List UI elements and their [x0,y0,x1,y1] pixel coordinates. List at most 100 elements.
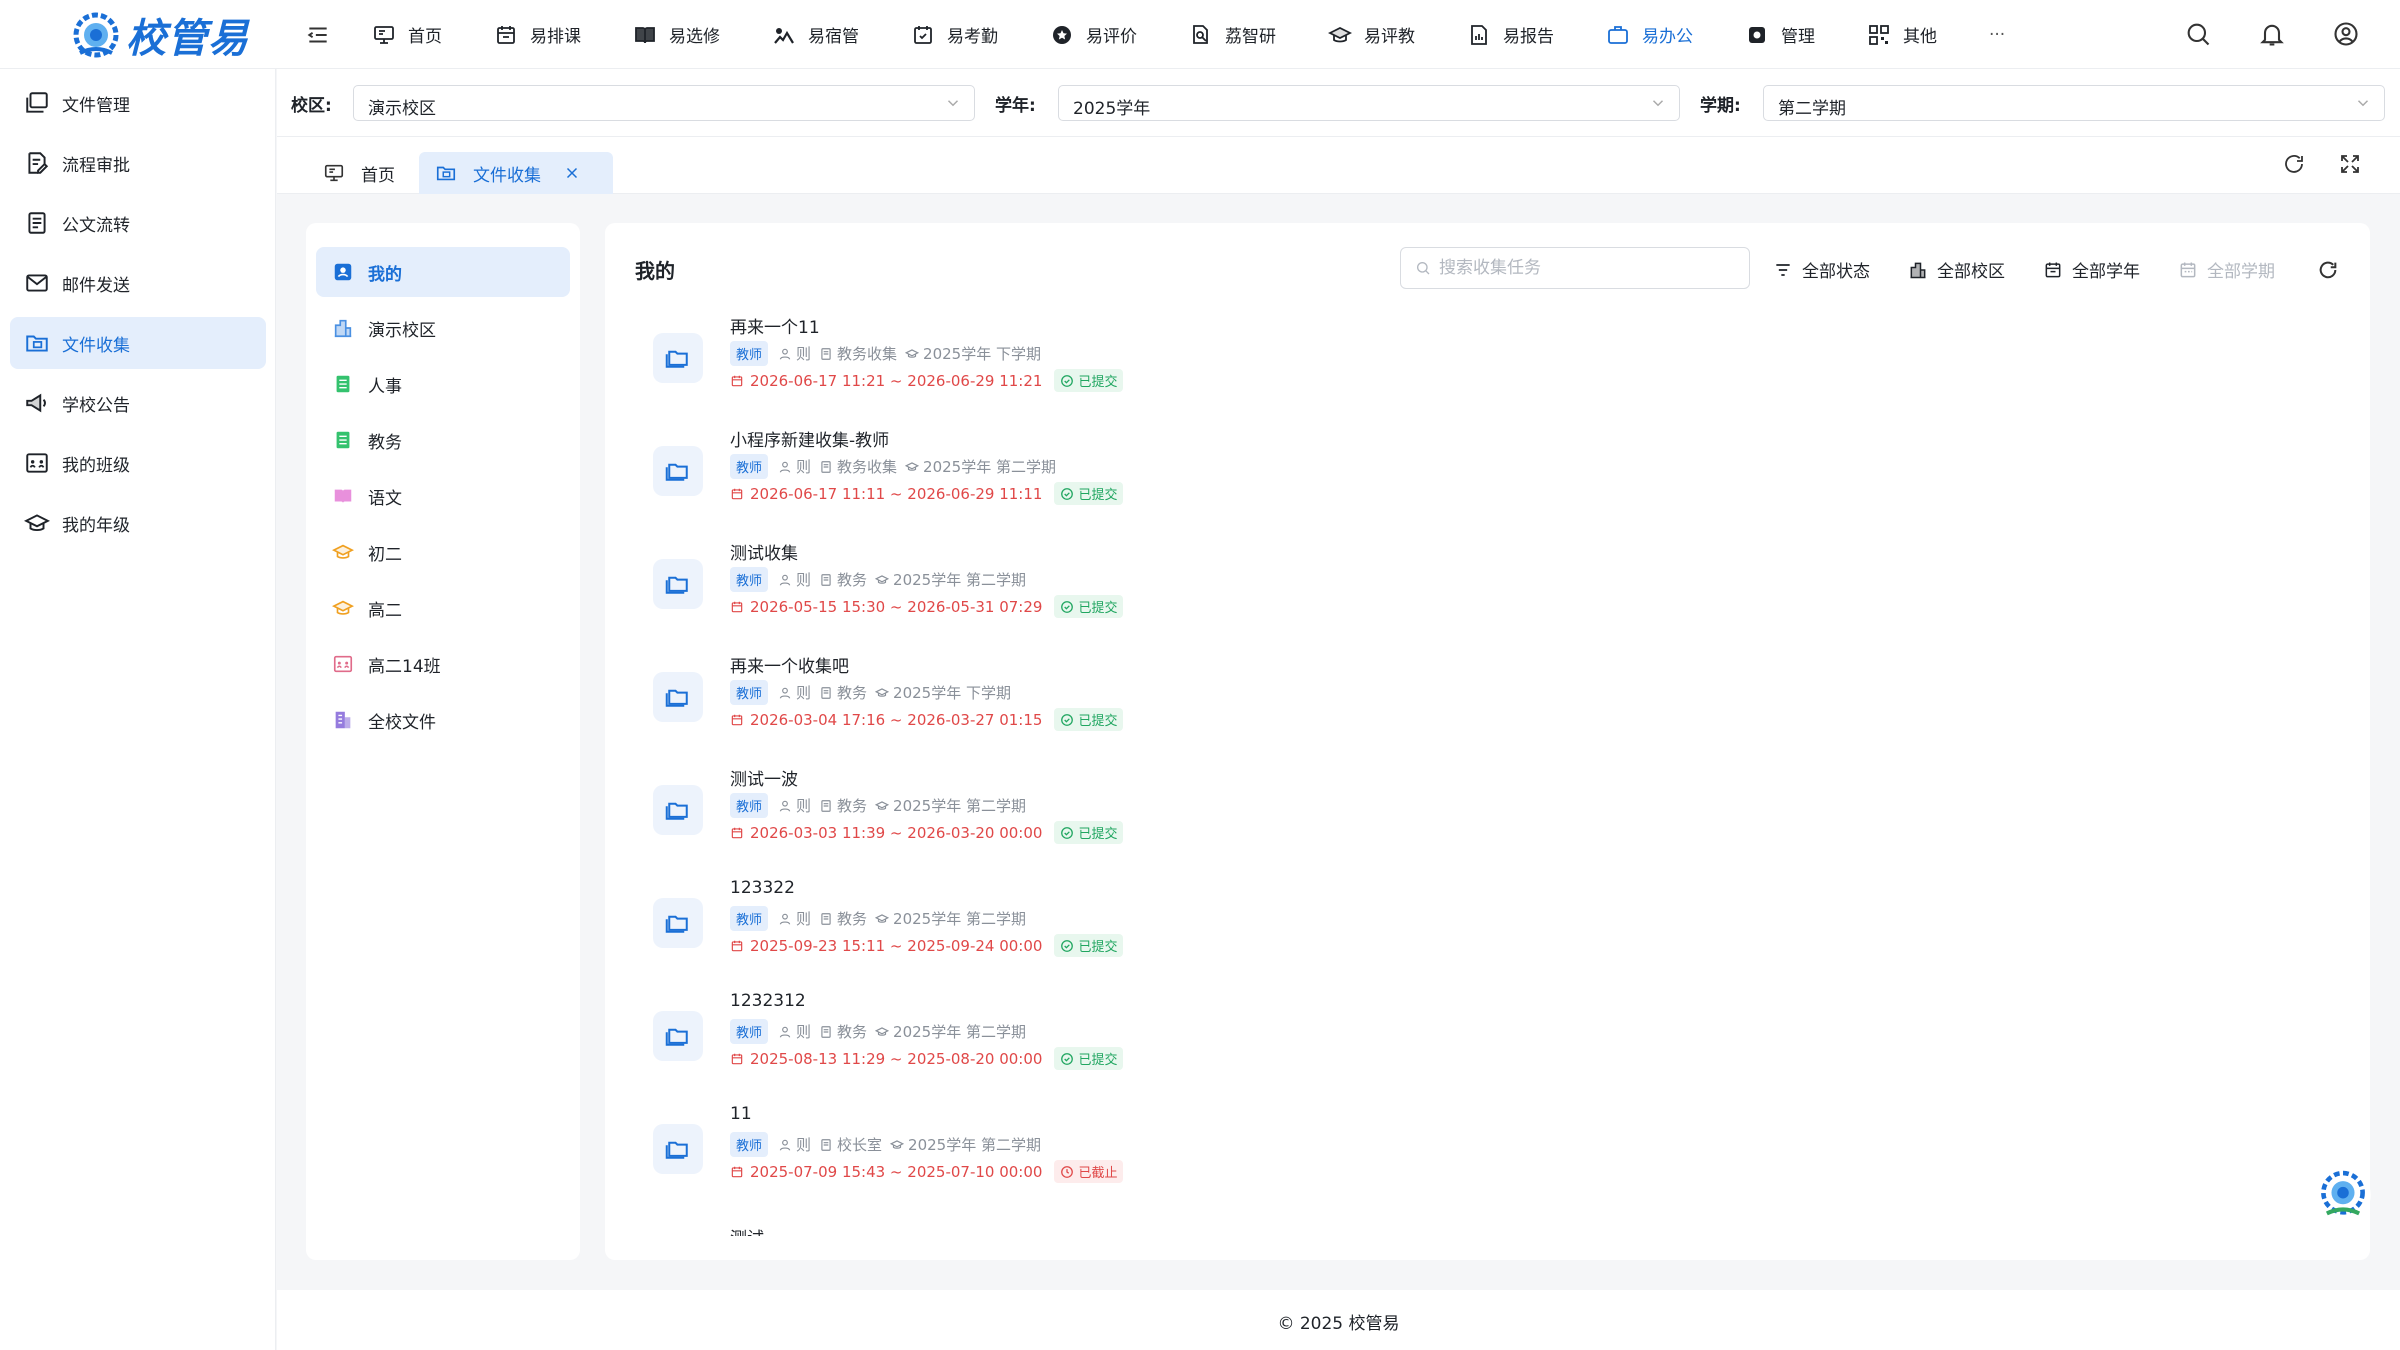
folder-icon-box [653,898,703,948]
sidebar-item[interactable]: 邮件发送 [10,257,266,309]
collapse-menu-icon[interactable] [305,22,331,48]
nav-more-button[interactable]: ··· [1989,0,2005,69]
task-row[interactable]: 1232312 教师 则 教务 2025学年 第二学期 2025-08-13 1… [653,991,1753,1104]
footer: © 2025 校管易 [277,1290,2400,1350]
search-icon[interactable] [2184,20,2212,48]
tab-label: 首页 [361,165,395,186]
category-name: 教务 [837,684,868,702]
nav-item[interactable]: 其他 [1867,0,1937,69]
nav-item[interactable]: 易办公 [1606,0,1693,69]
task-meta: 教师 则 教务 2025学年 第二学期 [730,793,1034,818]
search-box[interactable] [1400,247,1750,289]
folder-icon [665,802,688,820]
folder-icon [665,350,688,368]
nav-item[interactable]: 易评价 [1050,0,1137,69]
filter-dropdown[interactable]: 全部状态 [1773,257,1870,282]
category-item[interactable]: 人事 [316,359,570,409]
nav-item[interactable]: 首页 [372,0,442,69]
sidebar-item[interactable]: 文件管理 [10,77,266,129]
sidebar-item[interactable]: 我的年级 [10,497,266,549]
refresh-icon[interactable] [2282,152,2306,176]
task-row[interactable]: 再来一个收集吧 教师 则 教务 2025学年 下学期 2026-03-04 17… [653,652,1753,765]
task-row[interactable]: 再来一个11 教师 则 教务收集 2025学年 下学期 2026-06-17 1… [653,313,1753,426]
bell-icon[interactable] [2258,20,2286,48]
task-dates: 2026-06-17 11:21 ~ 2026-06-29 11:21 已提交 [730,369,1124,392]
status-badge: 已提交 [1054,369,1124,392]
sidebar-item[interactable]: 文件收集 [10,317,266,369]
owner: 则 [778,1134,811,1155]
task-title[interactable]: 1232312 [730,991,806,1011]
brand-logo[interactable]: 校管易 [70,6,249,64]
nav-item[interactable]: 易评教 [1328,0,1415,69]
task-row[interactable]: 测试一波 教师 则 教务 2025学年 第二学期 2026-03-03 11:3… [653,765,1753,878]
nav-item[interactable]: 易选修 [633,0,720,69]
nav-item[interactable]: 易报告 [1467,0,1554,69]
owner: 则 [778,343,811,364]
category-item[interactable]: 全校文件 [316,695,570,745]
date-range: 2026-06-17 11:21 ~ 2026-06-29 11:21 [730,372,1042,390]
owner: 则 [778,456,811,477]
sidebar-item[interactable]: 公文流转 [10,197,266,249]
date-range: 2025-09-23 15:11 ~ 2025-09-24 00:00 [730,937,1042,955]
tab-file-collect[interactable]: 文件收集 [419,152,613,194]
task-title[interactable]: 测试收集 [730,539,798,564]
search-input[interactable] [1439,258,1729,278]
year-label: 学年: [995,96,1036,116]
category-name: 校长室 [837,1136,883,1154]
task-title[interactable]: 小程序新建收集-教师 [730,426,889,451]
term: 2025学年 第二学期 [905,456,1056,477]
category-item[interactable]: 高二14班 [316,639,570,689]
nav-item[interactable]: 管理 [1745,0,1815,69]
task-title[interactable]: 11 [730,1104,752,1124]
nav-item[interactable]: 荔智研 [1189,0,1276,69]
category: 教务 [819,569,867,590]
status-badge: 已提交 [1054,708,1124,731]
grade-icon [24,514,50,532]
sidebar-item[interactable]: 学校公告 [10,377,266,429]
panel-title: 我的 [635,259,675,283]
folder-collect-icon [436,166,456,181]
filter-dropdown[interactable]: 全部学年 [2043,257,2140,282]
task-title[interactable]: 测试一波 [730,765,798,790]
category-item[interactable]: 初二 [316,527,570,577]
tab-home[interactable]: 首页 [307,152,411,194]
refresh-icon[interactable] [2317,259,2339,281]
floating-assistant-icon[interactable] [2313,1165,2373,1225]
task-title[interactable]: 123322 [730,878,795,898]
category-item[interactable]: 我的 [316,247,570,297]
filter-dropdown[interactable]: 全部学期 [2178,257,2275,282]
category-item[interactable]: 教务 [316,415,570,465]
sidebar-item-label: 文件收集 [62,335,130,356]
nav-item[interactable]: 易排课 [494,0,581,69]
category-item[interactable]: 语文 [316,471,570,521]
category-label: 演示校区 [368,320,436,341]
nav-item[interactable]: 易宿管 [772,0,859,69]
category-item[interactable]: 演示校区 [316,303,570,353]
close-icon[interactable] [563,164,581,182]
campus-select[interactable]: 演示校区 [353,85,975,121]
task-title[interactable]: 再来一个11 [730,313,820,338]
sidebar-item[interactable]: 流程审批 [10,137,266,189]
calendar-grid-icon [2180,262,2196,277]
task-row[interactable]: 测试收集 教师 则 教务 2025学年 第二学期 2026-05-15 15:3… [653,539,1753,652]
filter-dropdown[interactable]: 全部校区 [1908,257,2005,282]
task-row[interactable]: 小程序新建收集-教师 教师 则 教务收集 2025学年 第二学期 2026-06… [653,426,1753,539]
term-name: 2025学年 第二学期 [893,910,1026,928]
category-item[interactable]: 高二 [316,583,570,633]
fullscreen-icon[interactable] [2338,152,2362,176]
gear-gem-logo-icon [73,12,119,58]
task-row[interactable]: 11 教师 则 校长室 2025学年 第二学期 2025-07-09 15:43… [653,1104,1753,1217]
category: 教务收集 [819,456,897,477]
folder-icon-box [653,446,703,496]
document-icon [821,1025,831,1038]
year-select[interactable]: 2025学年 [1058,85,1680,121]
term-select[interactable]: 第二学期 [1763,85,2385,121]
collection-list-panel: 我的 全部状态 全部校区 全部学年 全部学期 再来一个11 教师 则 教务收集 202… [605,223,2370,1260]
owner: 则 [778,682,811,703]
sidebar-item[interactable]: 我的班级 [10,437,266,489]
task-title[interactable]: 再来一个收集吧 [730,652,849,677]
task-row[interactable]: 123322 教师 则 教务 2025学年 第二学期 2025-09-23 15… [653,878,1753,991]
user-circle-icon[interactable] [2332,20,2360,48]
category-name: 教务收集 [837,345,898,363]
nav-item[interactable]: 易考勤 [911,0,998,69]
